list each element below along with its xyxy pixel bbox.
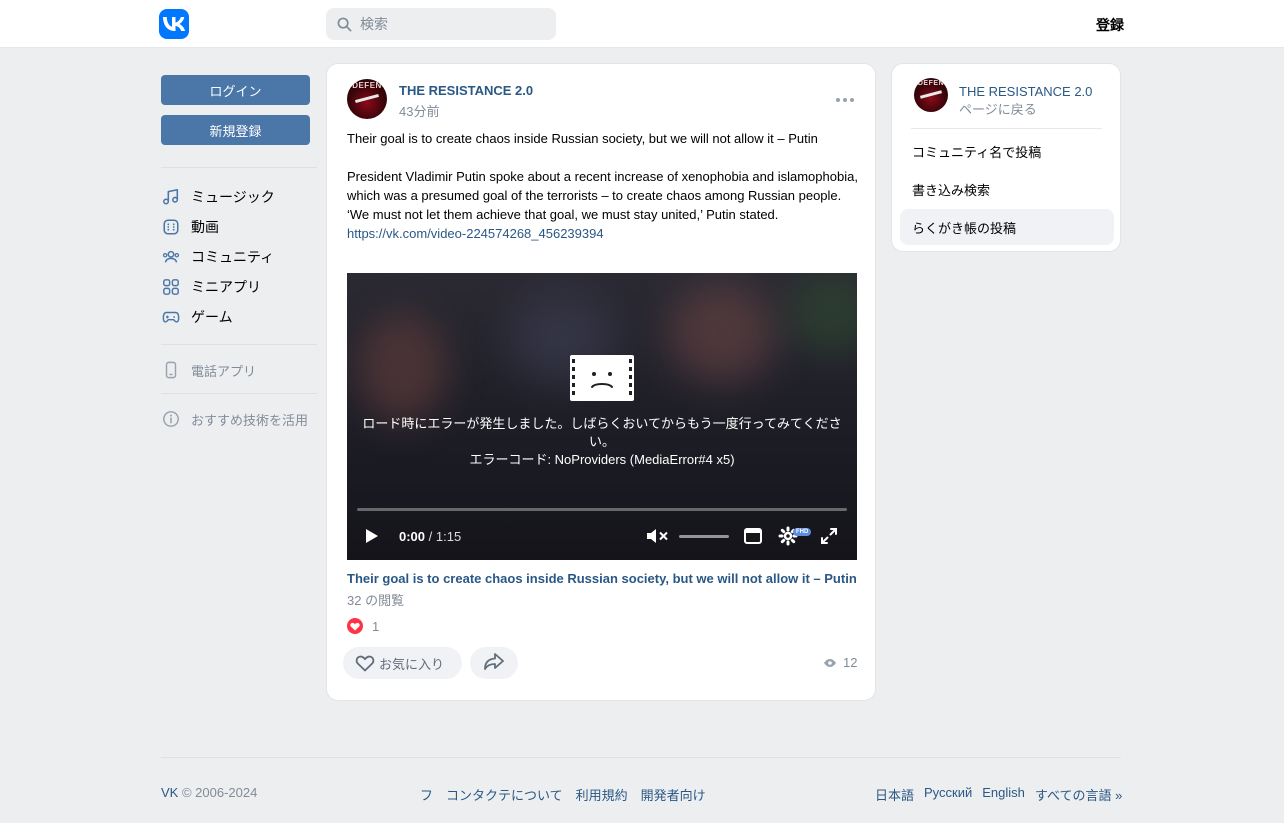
favorite-button[interactable]: お気に入り <box>343 647 462 679</box>
video-controls: 0:00 / 1:15 FHD <box>347 521 857 551</box>
footer-languages: 日本語 Русский English すべての言語 » <box>875 785 1122 804</box>
video-player[interactable]: ロード時にエラーが発生しました。しばらくおいてからもう一度行ってみてください。 … <box>347 273 857 560</box>
post-headline: Their goal is to create chaos inside Rus… <box>347 131 818 146</box>
post-link[interactable]: https://vk.com/video-224574268_456239394 <box>347 224 859 243</box>
nav-item-games[interactable]: ゲーム <box>161 304 233 330</box>
play-icon[interactable] <box>361 525 383 547</box>
share-button[interactable] <box>470 647 518 679</box>
avatar-text: DEFEN <box>917 80 945 87</box>
vk-logo-icon[interactable] <box>159 9 189 39</box>
nav-item-label: 電話アプリ <box>191 363 257 379</box>
nav-item-label: ミニアプリ <box>191 279 261 295</box>
footer-brand-link[interactable]: VK <box>161 785 178 800</box>
nav-item-community[interactable]: コミュニティ <box>161 244 274 270</box>
copyright-text: © 2006-2024 <box>178 785 258 800</box>
info-icon <box>161 409 181 429</box>
nav-item-label: 動画 <box>191 219 219 235</box>
hd-badge: FHD <box>793 528 812 536</box>
video-title[interactable]: Their goal is to create chaos inside Rus… <box>347 571 857 586</box>
footer-link-about[interactable]: コンタクテについて <box>446 785 563 804</box>
top-header: 登録 <box>0 0 1284 48</box>
language-japanese[interactable]: 日本語 <box>875 785 914 804</box>
post-as-community-item[interactable]: コミュニティ名で投稿 <box>900 133 1114 169</box>
footer-link-developers[interactable]: 開発者向け <box>641 785 706 804</box>
likes-summary[interactable]: 1 <box>347 618 379 634</box>
search-icon <box>336 16 352 32</box>
wall-post: DEFEN THE RESISTANCE 2.0 43分前 Their goal… <box>326 63 876 701</box>
like-count: 1 <box>372 618 380 634</box>
footer-links: フ コンタクテについて 利用規約 開発者向け <box>420 785 719 804</box>
nav-item-music[interactable]: ミュージック <box>161 184 275 210</box>
right-panel: DEFEN THE RESISTANCE 2.0 ページに戻る コミュニティ名で… <box>891 63 1121 252</box>
signup-button[interactable]: 新規登録 <box>161 115 310 145</box>
avatar-text: DEFEN <box>352 81 382 90</box>
error-code: エラーコード: NoProviders (MediaError#4 x5) <box>469 452 735 467</box>
mute-icon[interactable] <box>645 525 669 547</box>
nav-item-label: おすすめ技術を活用 <box>191 412 309 428</box>
post-time[interactable]: 43分前 <box>399 101 439 120</box>
video-progress-bar[interactable] <box>357 508 847 511</box>
register-link[interactable]: 登録 <box>1096 15 1124 35</box>
more-options-icon[interactable] <box>836 90 854 110</box>
fullscreen-icon[interactable] <box>819 525 839 547</box>
avatar[interactable]: DEFEN <box>347 79 387 119</box>
nav-item-phone-app[interactable]: 電話アプリ <box>161 357 256 383</box>
graffiti-posts-item[interactable]: らくがき帳の投稿 <box>900 209 1114 245</box>
footer-link-terms[interactable]: 利用規約 <box>576 785 628 804</box>
post-author[interactable]: THE RESISTANCE 2.0 <box>399 83 533 98</box>
view-counter: 12 <box>823 655 857 670</box>
community-icon <box>161 247 181 267</box>
video-error-icon <box>570 355 634 401</box>
panel-divider <box>911 128 1102 129</box>
nav-item-label: コミュニティ <box>191 249 275 265</box>
error-text: ロード時にエラーが発生しました。しばらくおいてからもう一度行ってみてください。 <box>362 416 842 449</box>
nav-item-video[interactable]: 動画 <box>161 214 219 240</box>
video-timecode: 0:00 / 1:15 <box>399 529 462 544</box>
nav-item-mini-apps[interactable]: ミニアプリ <box>161 274 261 300</box>
login-button[interactable]: ログイン <box>161 75 310 105</box>
language-all[interactable]: すべての言語 » <box>1035 785 1122 804</box>
search-box[interactable] <box>326 8 556 40</box>
video-views: 32 の閲覧 <box>347 593 405 608</box>
nav-divider <box>161 344 317 345</box>
avatar-mark <box>355 93 379 104</box>
footer-link[interactable]: フ <box>420 785 433 804</box>
heart-filled-icon <box>347 618 363 634</box>
back-to-page-link[interactable]: ページに戻る <box>959 99 1037 118</box>
gamepad-icon <box>161 307 181 327</box>
language-english[interactable]: English <box>982 785 1025 804</box>
nav-item-recommend[interactable]: おすすめ技術を活用 <box>161 406 308 432</box>
nav-item-label: ミュージック <box>191 189 275 205</box>
footer-copyright: VK © 2006-2024 <box>161 785 257 800</box>
favorite-label: お気に入り <box>379 656 445 672</box>
music-note-icon <box>161 187 181 207</box>
avatar-mark <box>919 90 943 99</box>
footer-divider <box>161 757 1121 758</box>
community-name[interactable]: THE RESISTANCE 2.0 <box>959 84 1092 99</box>
miniplayer-icon[interactable] <box>743 525 763 547</box>
nav-item-label: ゲーム <box>191 309 233 325</box>
language-russian[interactable]: Русский <box>924 785 972 804</box>
volume-slider[interactable] <box>679 535 729 538</box>
share-icon <box>483 652 505 675</box>
search-input[interactable] <box>360 16 550 32</box>
post-body: President Vladimir Putin spoke about a r… <box>347 169 858 222</box>
post-text: Their goal is to create chaos inside Rus… <box>347 129 859 243</box>
video-icon <box>161 217 181 237</box>
search-posts-item[interactable]: 書き込み検索 <box>900 171 1114 207</box>
phone-icon <box>161 360 181 380</box>
view-count: 12 <box>843 655 858 670</box>
mini-apps-icon <box>161 277 181 297</box>
nav-divider <box>161 167 317 168</box>
heart-outline-icon <box>355 653 375 673</box>
community-avatar[interactable]: DEFEN <box>914 78 948 112</box>
nav-divider <box>161 393 317 394</box>
video-error-message: ロード時にエラーが発生しました。しばらくおいてからもう一度行ってみてください。 … <box>357 415 847 469</box>
eye-icon <box>823 656 837 670</box>
